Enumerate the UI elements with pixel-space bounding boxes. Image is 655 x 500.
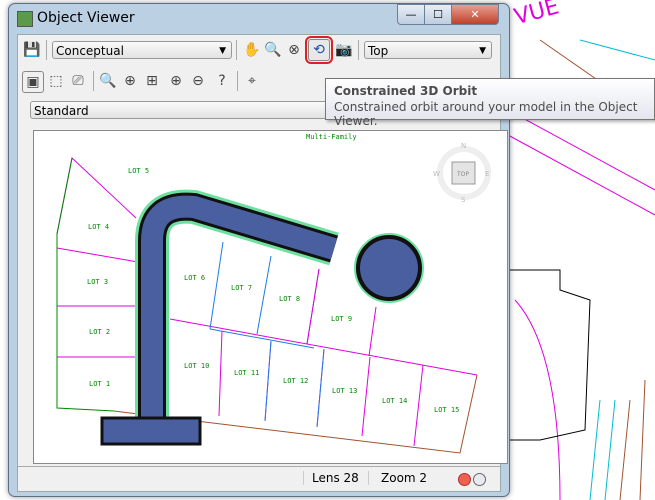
maximize-button[interactable]: ☐ bbox=[424, 4, 452, 25]
lot-label: LOT 9 bbox=[331, 315, 352, 323]
orbit-icon[interactable]: ⊗ bbox=[284, 40, 304, 60]
zoom-camera-icon[interactable]: ⎚ bbox=[68, 71, 88, 91]
zoom-value[interactable]: Zoom 2 bbox=[368, 471, 427, 485]
close-button[interactable]: ✕ bbox=[451, 4, 499, 25]
lens-value[interactable]: Lens 28 bbox=[303, 471, 359, 485]
lot-label: LOT 8 bbox=[279, 295, 300, 303]
viewcube-w: W bbox=[433, 170, 440, 178]
viewcube-e: E bbox=[485, 170, 489, 178]
lot-label: LOT 2 bbox=[89, 328, 110, 336]
view-value: Top bbox=[368, 44, 389, 58]
record-icon[interactable] bbox=[458, 473, 471, 486]
lot-label: LOT 6 bbox=[184, 274, 205, 282]
viewcube[interactable]: TOP N S E W bbox=[433, 142, 491, 204]
tooltip-description: Constrained orbit around your model in t… bbox=[334, 100, 638, 128]
lot-label: LOT 4 bbox=[88, 223, 109, 231]
cube-3d-icon[interactable]: ▣ bbox=[22, 71, 44, 93]
window-title: Object Viewer bbox=[37, 10, 135, 26]
lot-label: LOT 13 bbox=[332, 387, 357, 395]
lot-label: LOT 5 bbox=[128, 167, 149, 175]
zoom-help-icon[interactable]: ? bbox=[212, 71, 232, 91]
cul-de-sac bbox=[360, 239, 418, 297]
road-intersection bbox=[100, 416, 202, 446]
camera-icon[interactable]: 📷 bbox=[334, 40, 354, 60]
save-icon[interactable]: 💾 bbox=[22, 40, 42, 60]
named-view-value: Standard bbox=[34, 104, 89, 118]
viewcube-top[interactable]: TOP bbox=[456, 171, 469, 178]
lot-label: LOT 14 bbox=[382, 397, 407, 405]
view-select[interactable]: Top ▼ bbox=[364, 41, 492, 59]
zoom-out-icon[interactable]: ⊖ bbox=[188, 71, 208, 91]
lot-label: LOT 1 bbox=[89, 380, 110, 388]
viewcube-s: S bbox=[461, 196, 466, 204]
viewcube-n: N bbox=[461, 142, 466, 150]
target-icon[interactable]: ⌖ bbox=[242, 71, 262, 91]
chevron-down-icon: ▼ bbox=[479, 46, 486, 56]
zoom-extents-icon[interactable]: ⊞ bbox=[142, 71, 162, 91]
visual-style-select[interactable]: Conceptual ▼ bbox=[52, 41, 232, 59]
tooltip-title: Constrained 3D Orbit bbox=[334, 84, 478, 98]
status-bar: Lens 28 Zoom 2 bbox=[18, 466, 500, 491]
lot-label: LOT 12 bbox=[283, 377, 308, 385]
lot-label: LOT 7 bbox=[231, 284, 252, 292]
zoom-in-icon[interactable]: ⊕ bbox=[166, 71, 186, 91]
chevron-down-icon: ▼ bbox=[219, 46, 226, 56]
lot-label: LOT 11 bbox=[234, 369, 259, 377]
lot-label: LOT 15 bbox=[434, 406, 459, 414]
tooltip: Constrained 3D Orbit Constrained orbit a… bbox=[325, 78, 655, 128]
app-icon bbox=[17, 11, 33, 27]
model-viewport[interactable]: TOP N S E W Multi-Family LOT 5 LOT 4 LOT… bbox=[33, 130, 508, 464]
lot-label: LOT 3 bbox=[87, 278, 108, 286]
minimize-button[interactable]: — bbox=[397, 4, 425, 25]
background-street-label: VUE bbox=[512, 0, 562, 30]
site-plan: TOP N S E W Multi-Family LOT 5 LOT 4 LOT… bbox=[56, 133, 491, 454]
zoom-center-icon[interactable]: ⊕ bbox=[120, 71, 140, 91]
constrained-orbit-icon[interactable]: ⟲ bbox=[305, 36, 333, 64]
lot-label: LOT 10 bbox=[184, 362, 209, 370]
pan-icon[interactable]: ✋ bbox=[242, 40, 262, 60]
zoom-window-icon[interactable]: 🔍 bbox=[98, 71, 118, 91]
visual-style-value: Conceptual bbox=[56, 44, 124, 58]
cube-perspective-icon[interactable]: ⬚ bbox=[46, 71, 66, 91]
zoom-icon[interactable]: 🔍 bbox=[263, 40, 283, 60]
multi-family-label: Multi-Family bbox=[306, 133, 357, 141]
stop-icon[interactable] bbox=[473, 473, 486, 486]
